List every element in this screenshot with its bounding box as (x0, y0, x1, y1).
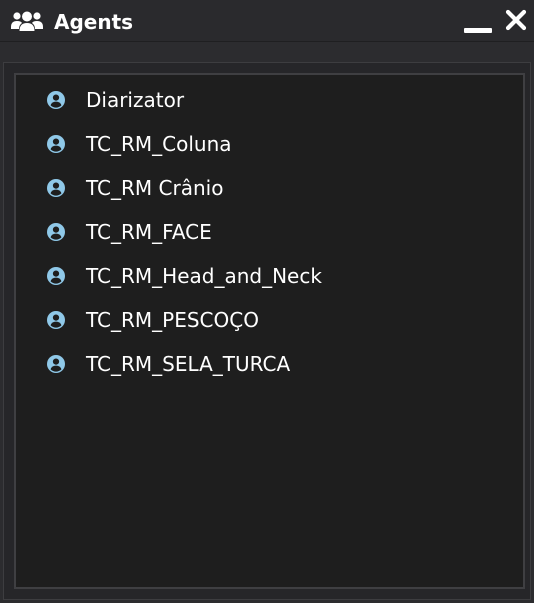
close-icon[interactable] (502, 6, 530, 34)
user-circle-icon (47, 355, 65, 373)
user-circle-icon (47, 267, 65, 285)
list-item-tc-rm-sela-turca[interactable]: TC_RM_SELA_TURCA (16, 343, 521, 383)
list-item-label: TC_RM_Head_and_Neck (86, 264, 322, 288)
list-item-tc-rm-cranio[interactable]: TC_RM Crânio (16, 167, 521, 207)
agents-window: Agents Diarizator TC_RM_Coluna TC_RM Crâ… (0, 0, 534, 603)
user-circle-icon (47, 135, 65, 153)
list-item-tc-rm-coluna[interactable]: TC_RM_Coluna (16, 123, 521, 163)
user-circle-icon (47, 91, 65, 109)
user-circle-icon (47, 179, 65, 197)
list-item-label: TC_RM_SELA_TURCA (86, 352, 291, 376)
list-item-tc-rm-head-and-neck[interactable]: TC_RM_Head_and_Neck (16, 255, 521, 295)
agents-list-panel: Diarizator TC_RM_Coluna TC_RM Crânio TC_… (14, 73, 525, 589)
list-item-tc-rm-pescoco[interactable]: TC_RM_PESCOÇO (16, 299, 521, 339)
list-item-label: TC_RM_FACE (86, 220, 212, 244)
list-item-diarizator[interactable]: Diarizator (16, 79, 521, 119)
list-item-tc-rm-face[interactable]: TC_RM_FACE (16, 211, 521, 251)
user-circle-icon (47, 223, 65, 241)
title-bar: Agents (0, 0, 534, 42)
list-item-label: TC_RM_Coluna (86, 132, 232, 156)
minimize-icon (464, 28, 492, 33)
users-icon (11, 11, 43, 31)
list-item-label: Diarizator (86, 88, 185, 112)
list-item-label: TC_RM_PESCOÇO (86, 308, 259, 332)
list-item-label: TC_RM Crânio (86, 176, 224, 200)
title-separator (0, 41, 534, 42)
minimize-button[interactable] (460, 8, 494, 36)
window-title: Agents (54, 10, 134, 34)
user-circle-icon (47, 311, 65, 329)
